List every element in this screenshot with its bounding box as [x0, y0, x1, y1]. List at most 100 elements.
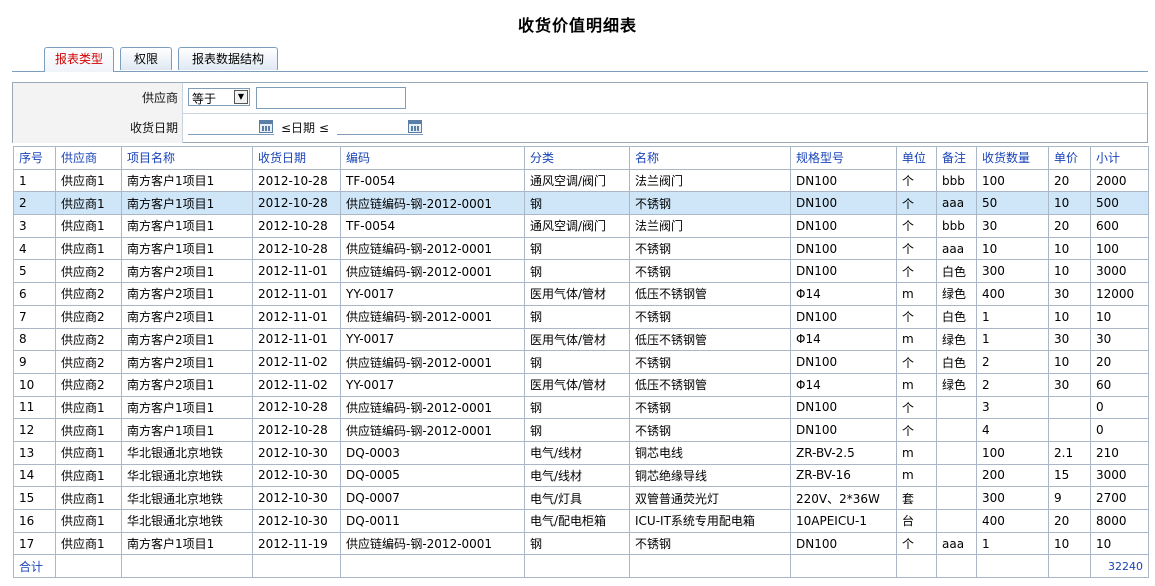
table-row[interactable]: 17 供应商1 南方客户1项目1 2012-11-19 供应链编码-钢-2012-000…: [13, 531, 1149, 556]
table-cell: 供应商2: [55, 259, 122, 284]
table-cell: aaa: [936, 191, 977, 216]
table-row[interactable]: 7 供应商2 南方客户2项目1 2012-11-01 供应链编码-钢-2012-0001…: [13, 304, 1149, 329]
table-cell: 2012-10-28: [252, 418, 341, 442]
table-cell: 华北银通北京地铁: [121, 463, 253, 488]
table-row[interactable]: 6 供应商2 南方客户2项目1 2012-11-01 YY-0017 医用气体/管材 低压不…: [13, 282, 1149, 306]
table-row[interactable]: 14 供应商1 华北银通北京地铁 2012-10-30 DQ-0005 电气/线材 铜芯绝缘…: [13, 463, 1149, 488]
table-cell: [629, 554, 791, 579]
table-cell: 南方客户1项目1: [121, 531, 253, 556]
table-row[interactable]: 10 供应商2 南方客户2项目1 2012-11-02 YY-0017 医用气体/管材 低压…: [13, 372, 1149, 397]
column-header[interactable]: 收货日期: [252, 146, 341, 170]
table-cell: 2012-10-30: [252, 509, 341, 533]
chevron-down-icon[interactable]: ▼: [234, 90, 248, 104]
table-row[interactable]: 2 供应商1 南方客户1项目1 2012-10-28 供应链编码-钢-2012-0001…: [13, 191, 1149, 216]
table-cell: 南方客户1项目1: [121, 168, 253, 193]
tab-report-type[interactable]: 报表类型: [44, 47, 114, 72]
column-header[interactable]: 名称: [629, 146, 791, 170]
filter-panel: 供应商 等于 ▼ 收货日期 ≤日期 ≤: [12, 82, 1148, 143]
column-header[interactable]: 收货数量: [976, 146, 1049, 170]
table-cell: 南方客户2项目1: [121, 327, 253, 352]
table-cell: 10: [1048, 304, 1091, 329]
table-cell: 4: [976, 418, 1049, 442]
table-row[interactable]: 3 供应商1 南方客户1项目1 2012-10-28 TF-0054 通风空调/阀门 法兰阀…: [13, 214, 1149, 238]
table-row[interactable]: 13 供应商1 华北银通北京地铁 2012-10-30 DQ-0003 电气/线材 铜芯电线…: [13, 440, 1149, 465]
column-header[interactable]: 规格型号: [790, 146, 897, 170]
table-cell: [936, 463, 977, 488]
table-cell: 600: [1090, 214, 1149, 238]
table-row[interactable]: 12 供应商1 南方客户1项目1 2012-10-28 供应链编码-钢-2012-000…: [13, 418, 1149, 442]
table-cell: 400: [976, 282, 1049, 306]
table-cell: 2.1: [1048, 440, 1091, 465]
table-cell: 绿色: [936, 282, 977, 306]
supplier-input[interactable]: [256, 87, 406, 109]
column-header[interactable]: 分类: [524, 146, 630, 170]
table-cell: DQ-0003: [340, 440, 525, 465]
table-cell: 300: [976, 259, 1049, 284]
table-cell: 2: [13, 191, 56, 216]
table-cell: 2012-11-01: [252, 259, 341, 284]
table-cell: 2012-10-28: [252, 214, 341, 238]
column-header[interactable]: 序号: [13, 146, 56, 170]
table-cell: Φ14: [790, 282, 897, 306]
table-row[interactable]: 15 供应商1 华北银通北京地铁 2012-10-30 DQ-0007 电气/灯具 双管普通…: [13, 486, 1149, 510]
table-row[interactable]: 5 供应商2 南方客户2项目1 2012-11-01 供应链编码-钢-2012-0001…: [13, 259, 1149, 284]
column-header[interactable]: 项目名称: [121, 146, 253, 170]
tab-permissions[interactable]: 权限: [120, 47, 172, 70]
table-cell: 2012-11-01: [252, 304, 341, 329]
table-row[interactable]: 1 供应商1 南方客户1项目1 2012-10-28 TF-0054 通风空调/阀门 法兰阀…: [13, 168, 1149, 193]
table-cell: 南方客户2项目1: [121, 304, 253, 329]
table-cell: 220V、2*36W: [790, 486, 897, 510]
table-cell: 30: [1090, 327, 1149, 352]
supplier-operator-select[interactable]: 等于 ▼: [188, 88, 250, 106]
column-header[interactable]: 小计: [1090, 146, 1149, 170]
table-cell: 通风空调/阀门: [524, 168, 630, 193]
table-row[interactable]: 11 供应商1 南方客户1项目1 2012-10-28 供应链编码-钢-2012-000…: [13, 395, 1149, 420]
table-cell: 10: [13, 372, 56, 397]
table-cell: DN100: [790, 191, 897, 216]
table-cell: 2012-10-28: [252, 168, 341, 193]
table-row[interactable]: 8 供应商2 南方客户2项目1 2012-11-01 YY-0017 医用气体/管材 低压不…: [13, 327, 1149, 352]
table-cell: 通风空调/阀门: [524, 214, 630, 238]
calendar-icon[interactable]: [259, 120, 273, 133]
column-header[interactable]: 单位: [896, 146, 937, 170]
column-header[interactable]: 单价: [1048, 146, 1091, 170]
table-cell: 低压不锈钢管: [629, 282, 791, 306]
table-cell: 2012-10-28: [252, 236, 341, 261]
table-cell: 个: [896, 168, 937, 193]
table-row[interactable]: 9 供应商2 南方客户2项目1 2012-11-02 供应链编码-钢-2012-0001…: [13, 350, 1149, 374]
table-cell: 钢: [524, 304, 630, 329]
column-header[interactable]: 编码: [340, 146, 525, 170]
table-row[interactable]: 16 供应商1 华北银通北京地铁 2012-10-30 DQ-0011 电气/配电柜箱 IC…: [13, 509, 1149, 533]
table-cell: 100: [976, 440, 1049, 465]
table-cell: 供应链编码-钢-2012-0001: [340, 395, 525, 420]
column-header[interactable]: 供应商: [55, 146, 122, 170]
table-cell: [936, 486, 977, 510]
tab-report-data-structure[interactable]: 报表数据结构: [178, 47, 278, 70]
table-cell: 电气/线材: [524, 440, 630, 465]
filter-row-date: 收货日期 ≤日期 ≤: [13, 113, 1147, 143]
table-cell: 供应链编码-钢-2012-0001: [340, 236, 525, 261]
table-cell: 供应商2: [55, 304, 122, 329]
table-cell: 1: [976, 327, 1049, 352]
table-body: 1 供应商1 南方客户1项目1 2012-10-28 TF-0054 通风空调/阀门 法兰阀…: [13, 168, 1149, 579]
table-cell: [524, 554, 630, 579]
table-cell: 绿色: [936, 372, 977, 397]
table-cell: 12000: [1090, 282, 1149, 306]
table-cell: 30: [976, 214, 1049, 238]
table-cell: m: [896, 327, 937, 352]
calendar-icon[interactable]: [408, 120, 422, 133]
table-cell: 不锈钢: [629, 236, 791, 261]
table-cell: aaa: [936, 236, 977, 261]
table-cell: DN100: [790, 259, 897, 284]
table-row[interactable]: 4 供应商1 南方客户1项目1 2012-10-28 供应链编码-钢-2012-0001…: [13, 236, 1149, 261]
table-cell: 钢: [524, 191, 630, 216]
table-cell: 个: [896, 191, 937, 216]
table-cell: 2012-11-01: [252, 282, 341, 306]
table-cell: 法兰阀门: [629, 168, 791, 193]
column-header[interactable]: 备注: [936, 146, 977, 170]
table-cell: [1048, 554, 1091, 579]
table-cell: 10: [976, 236, 1049, 261]
table-cell: 17: [13, 531, 56, 556]
table-cell: 2012-10-30: [252, 486, 341, 510]
table-cell: 个: [896, 350, 937, 374]
